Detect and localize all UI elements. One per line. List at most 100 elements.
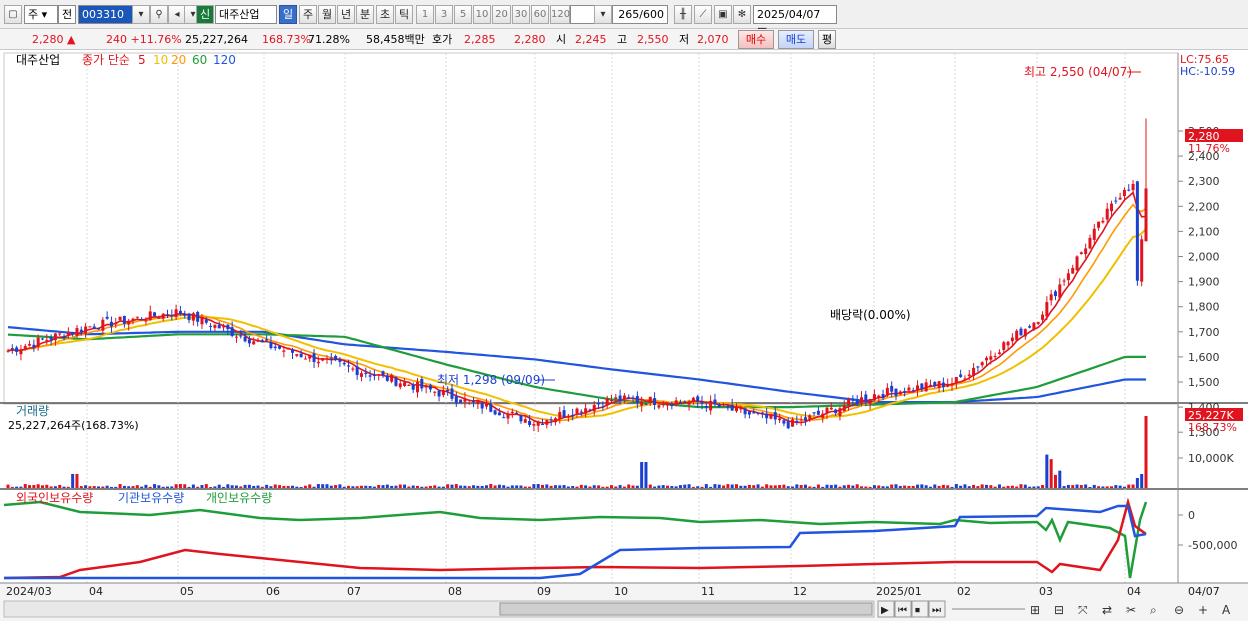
range-button-120[interactable]: 120 [550, 5, 570, 24]
candle-body [252, 341, 256, 345]
volume-bar [1105, 486, 1109, 488]
stock-name-field[interactable]: 대주산업 [215, 5, 277, 24]
candle-body [1101, 220, 1105, 223]
volume-bar [497, 484, 501, 488]
line-chart-icon[interactable]: ⟋ [694, 5, 712, 24]
range-button-3[interactable]: 3 [435, 5, 453, 24]
volume-bar [334, 485, 338, 488]
xaxis-label: 11 [701, 585, 715, 598]
volume-bar [122, 485, 126, 488]
candle-body [394, 377, 398, 386]
period-button-5[interactable]: 초 [376, 5, 394, 24]
date-field[interactable]: 2025/04/07 ▦ [753, 5, 837, 38]
candle-icon[interactable]: ╫ [674, 5, 692, 24]
range-button-30[interactable]: 30 [512, 5, 530, 24]
xaxis-label: 2024/03 [6, 585, 52, 598]
chart-area[interactable]: 2,5002,4002,3002,2002,1002,0001,9001,800… [0, 50, 1248, 621]
candle-body [153, 312, 157, 317]
candle-body [170, 315, 174, 317]
dropdown-icon[interactable]: ▾ [132, 5, 150, 24]
candle-body [674, 400, 678, 405]
period-button-4[interactable]: 분 [356, 5, 374, 24]
candle-body [1118, 197, 1122, 200]
chart-svg[interactable]: 2,5002,4002,3002,2002,1002,0001,9001,800… [0, 50, 1248, 621]
volume-bar [58, 484, 62, 488]
volume-bar [377, 485, 381, 488]
candle-body [722, 404, 726, 406]
candle-body [1075, 256, 1079, 271]
volume-bar [347, 485, 351, 488]
candle-body [644, 403, 648, 405]
volume-bar [588, 486, 592, 488]
gear-icon[interactable]: ✻ [733, 5, 751, 24]
stock-name: 대주산업 [219, 8, 260, 21]
period-button-1[interactable]: 주 [299, 5, 317, 24]
buy-button[interactable]: 매수 [738, 30, 774, 49]
candle-body [553, 418, 557, 423]
volume-bar [329, 485, 333, 488]
volume-bar [217, 484, 221, 488]
save-icon[interactable]: ▣ [714, 5, 732, 24]
volume-bar [549, 485, 553, 488]
candle-body [528, 420, 532, 425]
range-button-20[interactable]: 20 [492, 5, 511, 24]
candle-body [743, 408, 747, 415]
candle-body [704, 406, 708, 408]
volume-bar [506, 486, 510, 488]
candle-body [907, 387, 911, 391]
xaxis-label: 07 [347, 585, 361, 598]
volume-bar [903, 485, 907, 488]
ytick-label: 1,900 [1188, 276, 1220, 289]
eval-button[interactable]: 평 [818, 30, 836, 49]
xaxis-label: 08 [448, 585, 462, 598]
volume-bar [769, 485, 773, 488]
volume-bar [295, 486, 299, 488]
period-button-6[interactable]: 틱 [395, 5, 413, 24]
search-icon[interactable]: ⚲ [150, 5, 168, 24]
tool-icon-8: A [1222, 603, 1231, 617]
volume-bar [661, 485, 665, 488]
candle-body [627, 397, 631, 399]
candle-body [450, 388, 454, 399]
period-button-0[interactable]: 일 [279, 5, 297, 24]
candle-body [1088, 237, 1092, 249]
period-button-3[interactable]: 년 [337, 5, 355, 24]
candle-body [239, 335, 243, 337]
range-button-60[interactable]: 60 [531, 5, 549, 24]
ytick-label: 1,500 [1188, 376, 1220, 389]
high-value: 2,550 [637, 33, 669, 46]
candle-body [157, 317, 161, 319]
volume-bar [372, 486, 376, 488]
count-field[interactable]: 265/600 [612, 5, 668, 24]
market2-field[interactable]: 전 [58, 5, 76, 24]
scroll-button-icon-0: ▶ [881, 605, 889, 616]
volume-bar [584, 485, 588, 488]
range-dropdown-icon[interactable]: ▾ [594, 5, 612, 24]
candle-body [575, 408, 579, 414]
volume-bar [1088, 486, 1092, 488]
volume-bar [515, 485, 519, 488]
market-select[interactable]: 주 ▾ [24, 5, 58, 24]
dividend-note: 배당락(0.00%) [830, 308, 911, 322]
volume-bar [868, 486, 872, 488]
candle-body [1041, 314, 1045, 320]
candle-body [868, 398, 872, 404]
window-icon[interactable]: ▢ [4, 5, 22, 24]
vol-ytick: 10,000K [1188, 452, 1234, 465]
range-button-1[interactable]: 1 [416, 5, 434, 24]
candle-body [372, 374, 376, 377]
volume-bar [286, 485, 290, 488]
period-button-2[interactable]: 월 [318, 5, 336, 24]
volume-bar [1002, 486, 1006, 488]
volume-bar [66, 486, 70, 488]
volume-bar [739, 485, 743, 488]
candle-body [691, 397, 695, 402]
range-button-5[interactable]: 5 [454, 5, 472, 24]
sell-button[interactable]: 매도 [778, 30, 814, 49]
volume-bar [553, 485, 557, 488]
volume-bar [10, 486, 14, 488]
volume-bar [1032, 486, 1036, 488]
range-button-10[interactable]: 10 [473, 5, 491, 24]
volume-bar [308, 484, 312, 488]
candle-body [579, 411, 583, 413]
